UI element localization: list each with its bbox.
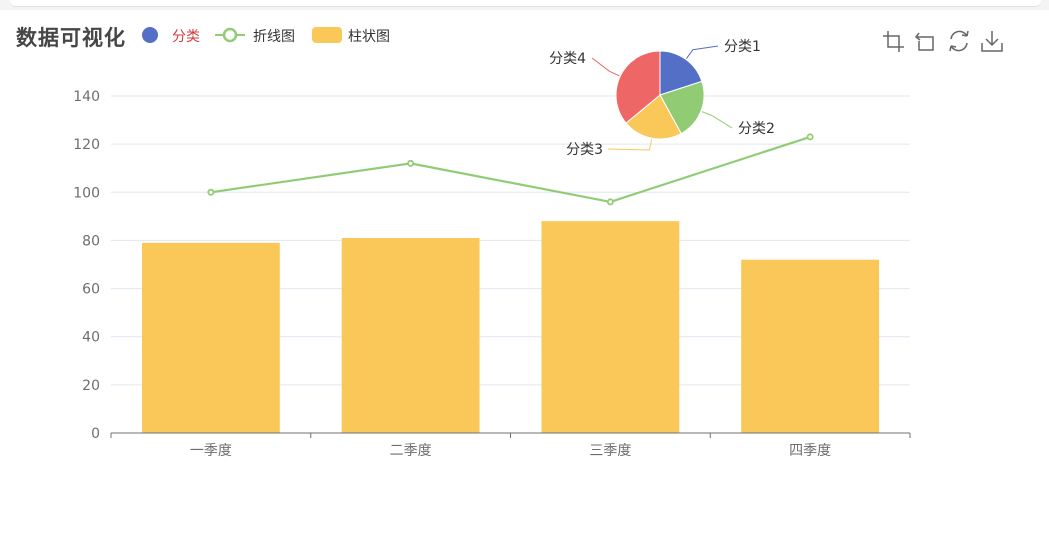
y-tick-label: 140 [73,89,100,105]
pie-label: 分类1 [724,39,761,55]
x-tick-label: 二季度 [390,443,432,459]
x-tick-label: 三季度 [589,443,631,459]
pie-label-line [701,111,733,129]
line-point[interactable] [606,198,614,206]
pie-label: 分类3 [566,142,603,158]
pie-label: 分类2 [738,121,775,137]
y-tick-label: 40 [82,330,100,346]
bar[interactable] [341,238,480,433]
bar[interactable] [741,259,880,433]
bar[interactable] [541,221,680,433]
pie-label-line [686,45,719,59]
chart-canvas: 0 20 40 60 80 100 120 140 一季度 二季度 三季度 四季度 分类1 分类2 分类3 分… [73,39,911,459]
bar[interactable] [141,242,280,433]
x-tick-label: 一季度 [190,443,232,459]
y-tick-label: 20 [82,378,100,394]
y-tick-label: 60 [82,282,100,298]
y-tick-label: 80 [82,233,100,249]
line-point[interactable] [407,159,415,167]
line-point[interactable] [207,188,215,196]
y-tick-label: 0 [91,426,100,442]
pie-label-line [591,57,620,77]
pie-label: 分类4 [549,51,586,67]
y-tick-label: 120 [73,137,100,153]
line-point[interactable] [806,133,814,141]
y-tick-label: 100 [73,185,100,201]
x-tick-label: 四季度 [789,443,831,459]
